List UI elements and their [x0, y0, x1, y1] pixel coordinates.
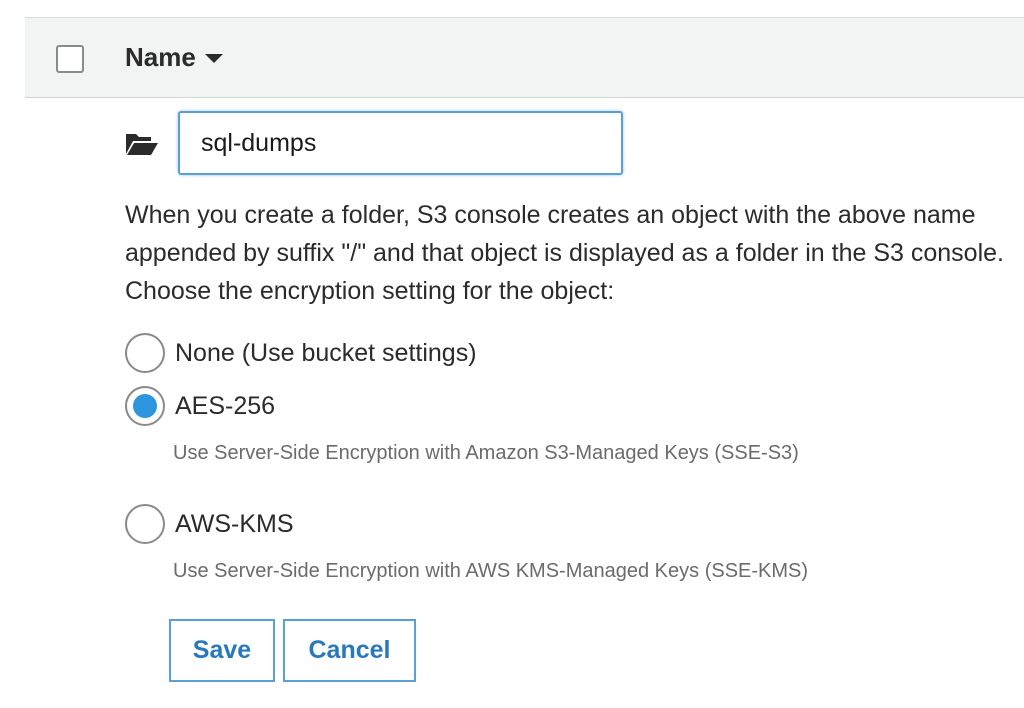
caret-down-icon[interactable] — [204, 54, 223, 63]
encryption-option-awskms[interactable]: AWS-KMS — [125, 504, 294, 544]
help-text-aes256: Use Server-Side Encryption with Amazon S… — [173, 442, 799, 464]
encryption-option-none[interactable]: None (Use bucket settings) — [125, 333, 477, 373]
radio-label-awskms: AWS-KMS — [175, 509, 294, 538]
encryption-option-aes256[interactable]: AES-256 — [125, 386, 275, 426]
radio-none[interactable] — [125, 333, 165, 373]
radio-awskms[interactable] — [125, 504, 165, 544]
radio-label-none: None (Use bucket settings) — [175, 338, 477, 367]
name-column-header[interactable]: Name — [125, 42, 223, 73]
name-column-label: Name — [125, 42, 196, 72]
cancel-button[interactable]: Cancel — [283, 619, 416, 682]
select-all-checkbox[interactable] — [56, 45, 84, 73]
folder-description-text: When you create a folder, S3 console cre… — [125, 201, 1004, 305]
radio-label-aes256: AES-256 — [175, 391, 276, 420]
folder-open-icon — [126, 134, 158, 155]
table-header-row: Name — [25, 17, 1024, 98]
help-text-awskms: Use Server-Side Encryption with AWS KMS-… — [173, 560, 809, 582]
radio-aes256[interactable] — [125, 386, 165, 426]
save-button[interactable]: Save — [169, 619, 275, 682]
folder-name-input[interactable] — [178, 111, 623, 175]
